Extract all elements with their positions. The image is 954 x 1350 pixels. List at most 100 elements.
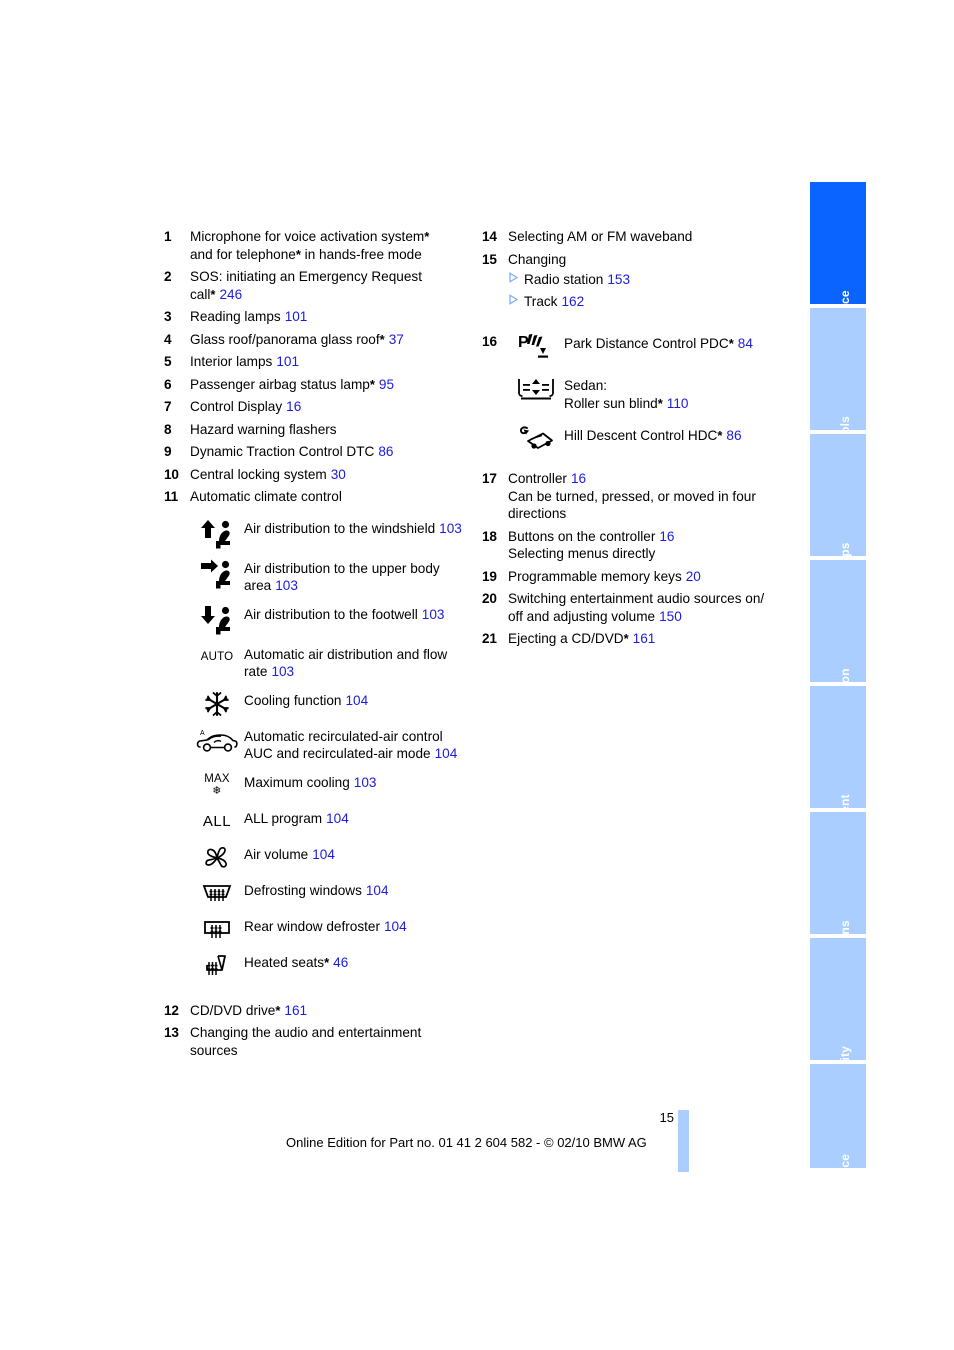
list-item: 9 Dynamic Traction Control DTC 86 <box>164 443 464 461</box>
page-ref[interactable]: 84 <box>738 336 753 351</box>
item-number: 5 <box>164 354 172 369</box>
page-ref[interactable]: 104 <box>326 811 349 826</box>
tab-label-wrap: Navigation <box>810 560 866 731</box>
tab-mobility[interactable]: Mobility <box>810 938 866 1093</box>
heated-seats-icon <box>190 952 244 979</box>
item-number: 7 <box>164 399 172 414</box>
page-ref[interactable]: 86 <box>726 428 741 443</box>
sub-item-text: Radio station 153 <box>524 271 630 289</box>
item-text: Control Display 16 <box>190 398 464 416</box>
page-ref[interactable]: 101 <box>285 309 308 324</box>
park-distance-control-icon: P <box>508 332 564 362</box>
optional-star-icon: * <box>728 336 734 351</box>
item-number: 2 <box>164 269 172 284</box>
all-program-icon: ALL <box>190 808 244 835</box>
tab-navigation[interactable]: Navigation <box>810 560 866 731</box>
page-ref[interactable]: 110 <box>667 396 689 411</box>
item-label: Dynamic Traction Control DTC <box>190 444 375 459</box>
page-ref[interactable]: 103 <box>354 775 377 790</box>
optional-star-icon: * <box>369 376 375 392</box>
tab-entertainment[interactable]: Entertainment <box>810 686 866 877</box>
item-number: 6 <box>164 376 172 392</box>
page-ref[interactable]: 30 <box>331 467 346 482</box>
page-ref[interactable]: 246 <box>219 287 242 302</box>
page-ref[interactable]: 16 <box>286 399 301 414</box>
item-label: Sedan: Roller sun blind* 110 <box>564 374 782 412</box>
item-label: Air distribution to the upper body area 1… <box>244 558 464 595</box>
tab-communications[interactable]: Communications <box>810 812 866 1020</box>
icon-label: ALL program <box>244 810 323 826</box>
section-tabs: At a glance Controls Driving tips Naviga… <box>810 182 866 1214</box>
icon-label: Automatic recirculated-air control AUC a… <box>244 728 443 762</box>
page-ref[interactable]: 20 <box>686 569 701 584</box>
page-ref[interactable]: 103 <box>271 664 294 679</box>
page-ref[interactable]: 104 <box>435 746 458 761</box>
page-ref[interactable]: 103 <box>439 521 462 536</box>
page-ref[interactable]: 161 <box>284 1003 307 1018</box>
tab-reference[interactable]: Reference <box>810 1064 866 1214</box>
tab-controls[interactable]: Controls <box>810 308 866 467</box>
item-text: Selecting AM or FM waveband <box>508 229 693 244</box>
page-ref[interactable]: 101 <box>276 354 299 369</box>
list-item: 4 Glass roof/panorama glass roof* 37 <box>164 331 464 349</box>
list-item: Air distribution to the windshield 103 <box>190 518 464 549</box>
list-item: 11 Automatic climate control <box>164 488 464 506</box>
item-number: 21 <box>482 631 497 646</box>
page-ref[interactable]: 46 <box>333 955 348 970</box>
page-ref[interactable]: 16 <box>571 471 586 486</box>
roller-sun-blind-icon <box>508 374 564 402</box>
list-item: A Automatic recirculated-air control AUC… <box>190 726 464 763</box>
all-label: ALL <box>202 812 232 830</box>
item-label: Central locking system <box>190 466 327 482</box>
icon-label-line1: Sedan: <box>564 378 608 393</box>
item-text: Programmable memory keys 20 <box>508 568 782 586</box>
item-number: 11 <box>164 489 178 504</box>
page-ref[interactable]: 104 <box>346 693 369 708</box>
icon-label: Air distribution to the footwell <box>244 606 418 622</box>
optional-star-icon: * <box>324 954 330 970</box>
page-ref[interactable]: 103 <box>422 607 445 622</box>
svg-text:A: A <box>200 730 205 737</box>
list-item: Cooling function 104 <box>190 690 464 717</box>
page-ref[interactable]: 104 <box>312 847 335 862</box>
page-ref[interactable]: 104 <box>366 883 389 898</box>
tab-label: Reference <box>838 1154 852 1214</box>
snowflake-cooling-icon <box>190 690 244 717</box>
page-ref[interactable]: 95 <box>379 377 394 392</box>
page-ref[interactable]: 161 <box>633 631 656 646</box>
page-ref[interactable]: 103 <box>275 578 298 593</box>
list-item: 19 Programmable memory keys 20 <box>482 568 782 586</box>
item-text: Microphone for voice activation system* a… <box>190 228 464 263</box>
page-ref[interactable]: 150 <box>659 609 682 624</box>
list-item: Rear window defroster 104 <box>190 916 464 943</box>
page-ref[interactable]: 37 <box>389 332 404 347</box>
sub-list-item: Track 162 <box>508 293 782 311</box>
right-column: 14 Selecting AM or FM waveband 15 Changi… <box>482 228 782 653</box>
recirculated-air-auc-icon: A <box>190 726 244 753</box>
page-ref[interactable]: 86 <box>378 444 393 459</box>
item-label: Rear window defroster 104 <box>244 916 464 936</box>
air-distribution-footwell-icon <box>190 604 244 635</box>
item-label-2: Selecting menus directly <box>508 546 656 561</box>
page-ref[interactable]: 162 <box>561 294 584 309</box>
page-ref[interactable]: 16 <box>659 529 674 544</box>
tab-driving-tips[interactable]: Driving tips <box>810 434 866 610</box>
triangle-bullet-icon <box>508 293 524 311</box>
item-number: 4 <box>164 331 172 347</box>
tab-label-wrap: Entertainment <box>810 686 866 877</box>
icon-label: Cooling function <box>244 692 342 708</box>
icon-label: Air distribution to the windshield <box>244 520 436 536</box>
list-item: 8 Hazard warning flashers <box>164 421 464 439</box>
page-ref[interactable]: 104 <box>384 919 407 934</box>
hill-descent-control-icon <box>508 424 564 452</box>
item-text: Switching entertainment audio sources on… <box>508 590 782 625</box>
item-text: Central locking system 30 <box>190 466 464 484</box>
item-label: Maximum cooling 103 <box>244 772 464 792</box>
tab-at-a-glance[interactable]: At a glance <box>810 182 866 356</box>
page-ref[interactable]: 153 <box>607 272 630 287</box>
list-item: 12 CD/DVD drive* 161 <box>164 1002 464 1020</box>
list-item: 18 Buttons on the controller 16 Selecting … <box>482 528 782 563</box>
list-item: 6 Passenger airbag status lamp* 95 <box>164 376 464 394</box>
list-item: 1 Microphone for voice activation system… <box>164 228 464 263</box>
